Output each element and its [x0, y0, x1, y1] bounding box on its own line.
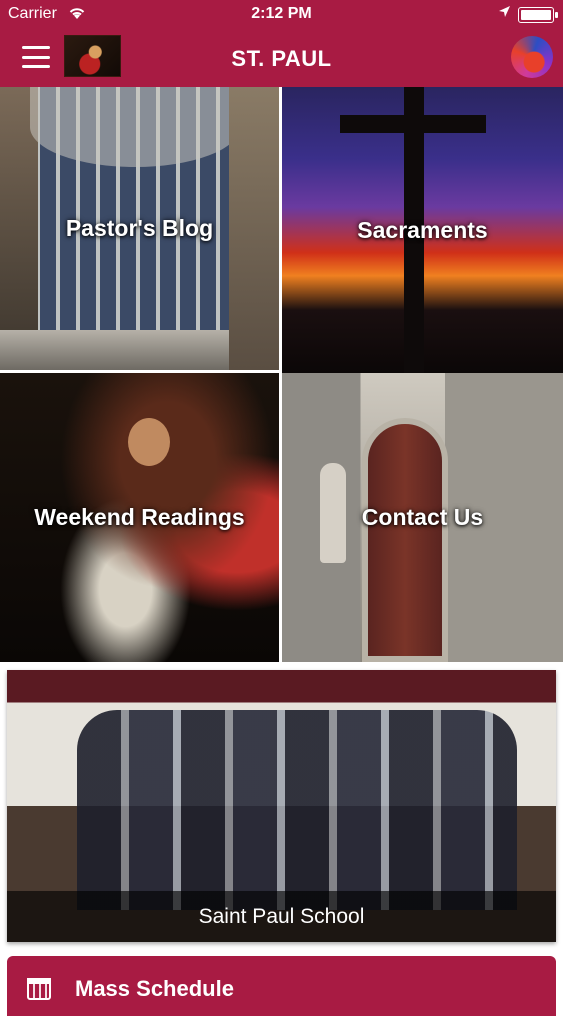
mass-schedule-label: Mass Schedule [75, 976, 234, 1001]
tile-label: Sacraments [357, 216, 488, 243]
tile-label: Pastor's Blog [65, 215, 214, 241]
top-navbar: ST. PAUL [0, 30, 563, 87]
tile-weekend-readings[interactable]: Weekend Readings [0, 373, 279, 662]
calendar-icon [27, 978, 51, 1000]
battery-icon [518, 7, 558, 23]
banner-caption: Saint Paul School [198, 904, 365, 928]
mass-schedule-button[interactable]: Mass Schedule [7, 956, 556, 1016]
tile-label: Weekend Readings [34, 504, 245, 530]
tile-pastors-blog[interactable]: Pastor's Blog [0, 87, 279, 370]
students-photo [77, 710, 517, 910]
school-banner[interactable]: Saint Paul School [7, 670, 556, 942]
page-title: ST. PAUL [231, 46, 332, 71]
tile-contact-us[interactable]: Contact Us [282, 373, 563, 662]
church-door-image [362, 418, 448, 662]
tile-label: Contact Us [361, 504, 484, 530]
tile-sacraments[interactable]: Sacraments [282, 87, 563, 373]
status-bar: Carrier 2:12 PM [0, 0, 563, 30]
app-logo-icon[interactable] [511, 36, 553, 78]
status-time: 2:12 PM [251, 5, 312, 22]
location-icon [498, 5, 511, 21]
